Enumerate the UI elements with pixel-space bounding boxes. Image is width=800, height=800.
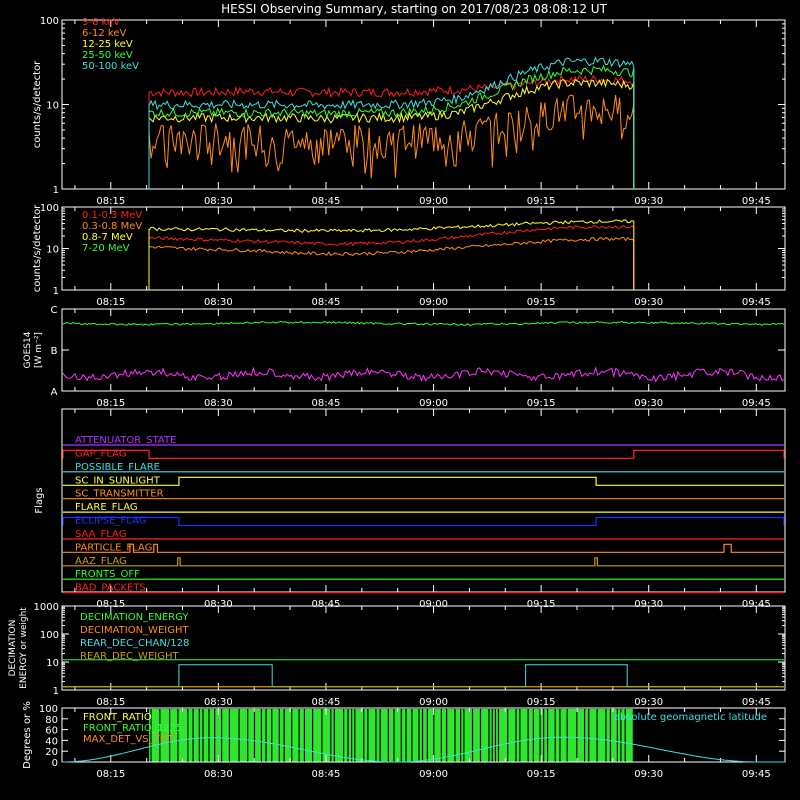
ratios-ytick-label-1: 20 xyxy=(45,747,58,758)
decimation-time-label-3: 09:00 xyxy=(419,697,448,708)
lc_low-legend-4: 50-100 keV xyxy=(82,61,139,72)
flag-label-2: POSSIBLE_FLARE xyxy=(75,462,160,473)
decimation-time-label-2: 08:45 xyxy=(312,697,341,708)
lc_high-legend-0: 0.1-0.3 MeV xyxy=(82,210,142,221)
lc_high-time-label-4: 09:15 xyxy=(527,297,556,308)
decimation-time-label-5: 09:30 xyxy=(634,697,663,708)
lc_high-ytick-label-1: 10 xyxy=(46,245,59,256)
lc_low-legend-1: 6-12 keV xyxy=(82,28,126,39)
lc_low-ytick-label-2: 100 xyxy=(40,16,59,27)
lc_low-ytick-label-1: 10 xyxy=(46,101,59,112)
decimation-ytick-label-2: 100 xyxy=(40,630,59,641)
lc_low-time-label-0: 08:15 xyxy=(96,196,125,207)
ratios-time-label-3: 09:00 xyxy=(419,769,448,780)
ratios-ytick-label-4: 80 xyxy=(45,715,58,726)
lc_high-time-label-5: 09:30 xyxy=(634,297,663,308)
lc_high-legend-2: 0.8-7 MeV xyxy=(82,232,133,243)
flag-label-3: SC_IN_SUNLIGHT xyxy=(75,475,161,486)
lc_low-time-label-1: 08:30 xyxy=(204,196,233,207)
ratios-ytick-label-2: 40 xyxy=(45,736,58,747)
ratios-time-label-6: 09:45 xyxy=(742,769,771,780)
lc_high-time-label-1: 08:30 xyxy=(204,297,233,308)
ratios-ytick-label-0: 0 xyxy=(52,758,58,769)
decimation-legend-2: REAR_DEC_CHAN/128 xyxy=(80,638,189,649)
ratios-ytick-label-3: 60 xyxy=(45,726,58,737)
decimation-legend-3: REAR_DEC_WEIGHT xyxy=(80,651,179,662)
goes-time-label-3: 09:00 xyxy=(419,398,448,409)
ratios-ytick-label-5: 100 xyxy=(39,704,58,715)
ratios-legend-3: absolute geomagnetic latitude xyxy=(614,712,767,723)
goes-ylabel: GOES14 xyxy=(23,331,33,368)
decimation-legend-1: DECIMATION_WEIGHT xyxy=(80,625,189,636)
decimation-time-label-0: 08:15 xyxy=(96,697,125,708)
goes-time-label-6: 09:45 xyxy=(742,398,771,409)
decimation-ylabel-2: ENERGY or weight xyxy=(19,607,29,689)
lc_low-ylabel: counts/s/detector xyxy=(32,60,43,148)
goes-time-label-5: 09:30 xyxy=(634,398,663,409)
lc_low-time-label-6: 09:45 xyxy=(742,196,771,207)
flags-ylabel: Flags xyxy=(34,487,45,513)
ratios-time-label-5: 09:30 xyxy=(634,769,663,780)
lc_low-time-label-2: 08:45 xyxy=(312,196,341,207)
goes-time-label-0: 08:15 xyxy=(96,398,125,409)
flag-label-9: AAZ_FLAG xyxy=(75,556,127,567)
ratios-time-label-1: 08:30 xyxy=(204,769,233,780)
lc_low-legend-3: 25-50 keV xyxy=(82,50,133,61)
ratios-ylabel: Degrees or % xyxy=(22,701,33,769)
goes-yunit: [W m⁻²] xyxy=(34,332,44,368)
goes-time-label-1: 08:30 xyxy=(204,398,233,409)
lc_high-time-label-3: 09:00 xyxy=(419,297,448,308)
flag-label-4: SC_TRANSMITTER xyxy=(75,489,164,500)
lc_low-time-label-4: 09:15 xyxy=(527,196,556,207)
flag-label-10: FRONTS_OFF xyxy=(75,569,140,580)
lc_low-time-label-5: 09:30 xyxy=(634,196,663,207)
lc_low-legend-2: 12-25 keV xyxy=(82,39,133,50)
flag-label-7: SAA_FLAG xyxy=(75,529,126,540)
lc_high-time-label-0: 08:15 xyxy=(96,297,125,308)
goes-ylevel-1: B xyxy=(51,346,58,357)
lc_low-legend-0: 3-6 keV xyxy=(82,17,120,28)
lc_high-legend-1: 0.3-0.8 MeV xyxy=(82,221,142,232)
decimation-time-label-4: 09:15 xyxy=(527,697,556,708)
ratios-time-label-0: 08:15 xyxy=(96,769,125,780)
decimation-ylabel-1: DECIMATION xyxy=(8,620,18,677)
decimation-legend-0: DECIMATION_ENERGY xyxy=(80,612,189,623)
ratios-time-label-2: 08:45 xyxy=(312,769,341,780)
lc_high-ylabel: counts/s/detector xyxy=(32,204,43,292)
ratios-legend-0: FRONT_RATIO xyxy=(83,712,152,723)
flag-label-8: PARTICLE_FLAG xyxy=(75,542,152,553)
lc_high-time-label-2: 08:45 xyxy=(312,297,341,308)
lc_low-ytick-label-0: 1 xyxy=(53,185,59,196)
decimation-ytick-label-0: 1 xyxy=(53,686,59,697)
decimation-ytick-label-1: 10 xyxy=(46,658,59,669)
ratios-time-label-4: 09:15 xyxy=(527,769,556,780)
goes-ylevel-2: C xyxy=(51,305,58,316)
hessi-summary-figure: HESSI Observing Summary, starting on 201… xyxy=(0,0,800,800)
flag-label-11: BAD_PACKETS xyxy=(75,583,146,594)
goes-ylevel-0: A xyxy=(51,387,58,398)
ratios-legend-1: FRONT_RATIO_1225 xyxy=(83,723,182,734)
ratios-legend-2: MAX_DET_VS_TOT xyxy=(83,734,175,745)
decimation-time-label-1: 08:30 xyxy=(204,697,233,708)
goes-time-label-2: 08:45 xyxy=(312,398,341,409)
flag-label-0: ATTENUATOR_STATE xyxy=(75,435,176,446)
decimation-ytick-label-3: 1000 xyxy=(34,602,59,613)
figure-title: HESSI Observing Summary, starting on 201… xyxy=(221,2,607,16)
decimation-time-label-6: 09:45 xyxy=(742,697,771,708)
lc_high-time-label-6: 09:45 xyxy=(742,297,771,308)
flag-label-5: FLARE_FLAG xyxy=(75,502,138,513)
lc_low-time-label-3: 09:00 xyxy=(419,196,448,207)
lc_high-legend-3: 7-20 MeV xyxy=(82,243,130,254)
goes-time-label-4: 09:15 xyxy=(527,398,556,409)
lc_high-ytick-label-0: 1 xyxy=(53,286,59,297)
